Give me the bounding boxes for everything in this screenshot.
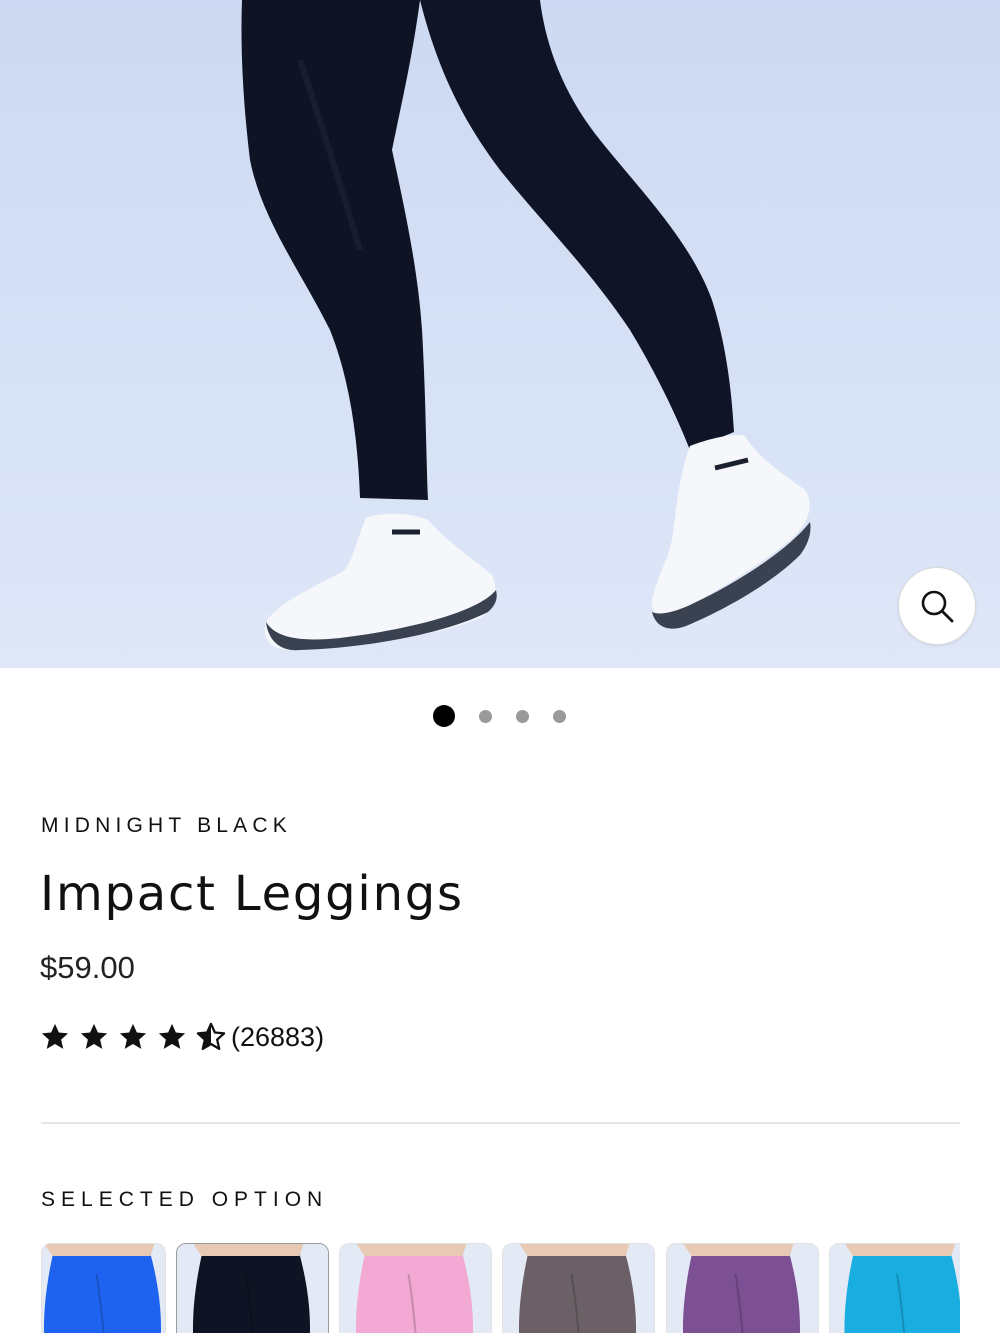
sneaker-left bbox=[265, 513, 497, 651]
pagination-dot-4[interactable] bbox=[553, 710, 566, 723]
search-icon bbox=[921, 590, 954, 623]
color-swatch-taupe[interactable] bbox=[502, 1243, 655, 1333]
swatch-thumbnail bbox=[42, 1244, 165, 1333]
color-swatches bbox=[41, 1243, 960, 1333]
swatch-thumbnail bbox=[503, 1244, 654, 1333]
gallery-pagination bbox=[0, 705, 1000, 727]
swatch-thumbnail bbox=[830, 1244, 960, 1333]
pagination-dot-2[interactable] bbox=[479, 710, 492, 723]
review-count[interactable]: (26883) bbox=[231, 1022, 324, 1053]
color-swatch-blue[interactable] bbox=[41, 1243, 166, 1333]
product-price: $59.00 bbox=[40, 950, 135, 985]
swatch-thumbnail bbox=[177, 1244, 328, 1333]
star-filled-icon bbox=[158, 1023, 186, 1049]
product-variant: MIDNIGHT BLACK bbox=[41, 814, 292, 837]
zoom-button[interactable] bbox=[898, 567, 976, 645]
swatch-thumbnail bbox=[340, 1244, 491, 1333]
color-swatch-purple[interactable] bbox=[666, 1243, 819, 1333]
product-rating[interactable]: (26883) bbox=[40, 1018, 324, 1056]
product-image[interactable] bbox=[0, 0, 1000, 668]
color-swatch-aqua[interactable] bbox=[829, 1243, 960, 1333]
star-half-icon bbox=[196, 1022, 226, 1050]
star-filled-icon bbox=[80, 1023, 108, 1049]
swatch-thumbnail bbox=[667, 1244, 818, 1333]
pagination-dot-3[interactable] bbox=[516, 710, 529, 723]
color-swatch-pink[interactable] bbox=[339, 1243, 492, 1333]
star-filled-icon bbox=[119, 1023, 147, 1049]
sneaker-right bbox=[651, 434, 811, 629]
leggings-shape bbox=[241, 0, 428, 500]
star-filled-icon bbox=[41, 1023, 69, 1049]
product-photo bbox=[241, 0, 811, 651]
section-divider bbox=[41, 1122, 960, 1124]
selected-option-label: SELECTED OPTION bbox=[41, 1188, 329, 1211]
color-swatch-black[interactable] bbox=[176, 1243, 329, 1333]
product-title: Impact Leggings bbox=[40, 866, 464, 922]
pagination-dot-1[interactable] bbox=[433, 705, 455, 727]
rating-stars bbox=[40, 1022, 235, 1052]
